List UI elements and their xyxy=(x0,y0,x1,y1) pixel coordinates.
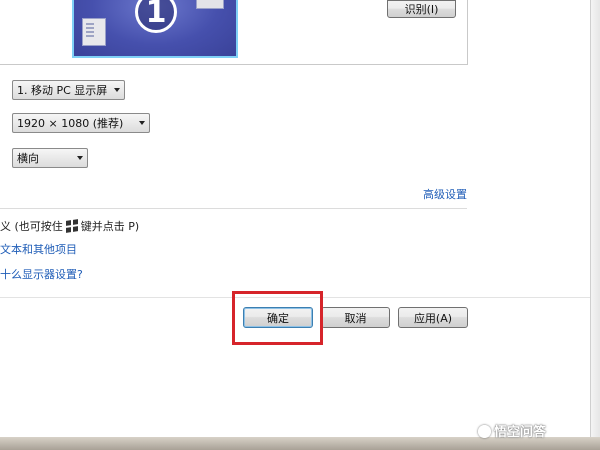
orientation-select-value: 横向 xyxy=(17,152,39,165)
orientation-select[interactable]: 横向 xyxy=(12,148,88,168)
display-preview-area: 1 识别(I) xyxy=(0,0,468,65)
highlight-box xyxy=(232,291,323,345)
display-select-value: 1. 移动 PC 显示屏 xyxy=(17,84,108,97)
resolution-select[interactable]: 1920 × 1080 (推荐) xyxy=(12,113,150,133)
watermark-text: 悟空问答 xyxy=(494,425,547,440)
watermark: 悟空问答 xyxy=(478,421,546,440)
chevron-down-icon xyxy=(77,156,83,160)
text-size-link[interactable]: 文本和其他项目 xyxy=(0,241,77,257)
shortcut-hint: 义 (也可按住 键并点击 P) xyxy=(0,218,139,234)
windows-logo-icon xyxy=(65,219,78,233)
apply-button[interactable]: 应用(A) xyxy=(398,307,468,328)
mini-window-icon xyxy=(196,0,224,9)
shortcut-hint-text-before: 义 (也可按住 xyxy=(0,220,63,233)
mini-window-icon xyxy=(82,18,106,46)
resolution-select-value: 1920 × 1080 (推荐) xyxy=(17,117,124,130)
display-select[interactable]: 1. 移动 PC 显示屏 xyxy=(12,80,125,100)
chevron-down-icon xyxy=(139,121,145,125)
identify-button[interactable]: 识别(I) xyxy=(387,0,456,18)
cancel-button[interactable]: 取消 xyxy=(321,307,390,328)
chevron-down-icon xyxy=(114,88,120,92)
monitor-number-badge: 1 xyxy=(135,0,177,33)
window-right-border xyxy=(590,0,600,437)
monitor-screen: 1 xyxy=(74,0,236,56)
advanced-settings-link[interactable]: 高级设置 xyxy=(423,186,467,202)
watermark-logo-icon xyxy=(478,425,491,438)
shortcut-hint-text-after: 键并点击 P) xyxy=(80,220,140,233)
monitor-thumbnail[interactable]: 1 xyxy=(72,0,238,58)
which-settings-link[interactable]: 十么显示器设置? xyxy=(0,266,83,282)
section-divider xyxy=(0,208,467,209)
